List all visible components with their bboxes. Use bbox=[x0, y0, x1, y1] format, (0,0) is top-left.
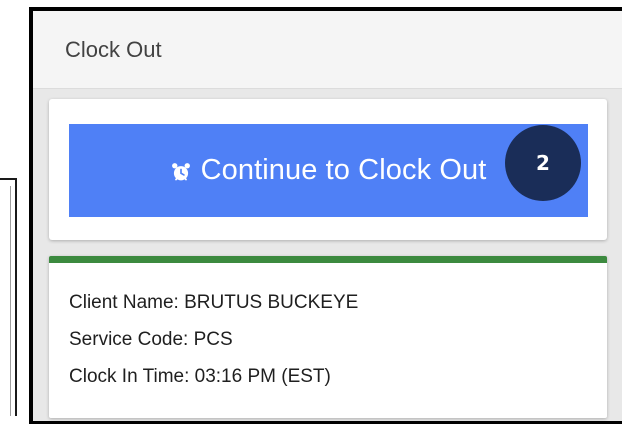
step-number-badge: 2 bbox=[505, 125, 581, 201]
background-panel-edge bbox=[0, 186, 11, 416]
client-name-text: Client Name: BRUTUS BUCKEYE bbox=[69, 292, 359, 313]
continue-to-clock-out-label: Continue to Clock Out bbox=[200, 154, 487, 186]
alarm-clock-icon bbox=[171, 162, 190, 180]
background-panel bbox=[0, 178, 17, 416]
clock-out-window: Clock Out Continue to Clock Out 2 Client… bbox=[29, 7, 622, 424]
screenshot-stage: Clock Out Continue to Clock Out 2 Client… bbox=[0, 0, 622, 424]
service-code-text: Service Code: PCS bbox=[69, 329, 233, 350]
page-header: Clock Out bbox=[33, 11, 622, 89]
clock-in-time-text: Clock In Time: 03:16 PM (EST) bbox=[69, 366, 331, 387]
visit-details-card: Client Name: BRUTUS BUCKEYE Service Code… bbox=[49, 256, 607, 418]
page-title: Clock Out bbox=[65, 37, 162, 62]
